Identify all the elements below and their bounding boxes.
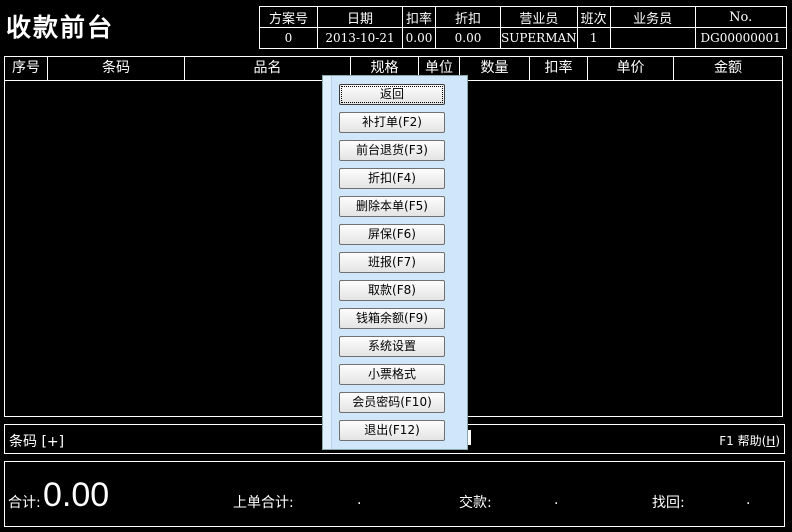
payment-label: 交款: — [459, 495, 492, 511]
discount-value: 0.00 — [435, 27, 501, 49]
plan-no-value: 0 — [259, 27, 318, 49]
discount-header: 折扣 — [435, 6, 501, 28]
help-prefix: F1 帮助( — [719, 434, 767, 448]
rate-value: 0.00 — [402, 27, 436, 49]
reprint-button[interactable]: 补打单(F2) — [339, 112, 445, 133]
change-value: . — [746, 492, 751, 508]
date-value: 2013-10-21 — [317, 27, 403, 49]
cashier-value: SUPERMAN — [500, 27, 578, 49]
cash-balance-button[interactable]: 钱箱余额(F9) — [339, 308, 445, 329]
back-button[interactable]: 返回 — [339, 84, 445, 105]
salesman-header: 业务员 — [609, 6, 696, 28]
sum-value: 0.00 — [43, 476, 110, 514]
last-order-value: . — [357, 492, 362, 508]
date-header: 日期 — [317, 6, 403, 28]
help-suffix: ) — [775, 434, 780, 448]
return-goods-button[interactable]: 前台退货(F3) — [339, 140, 445, 161]
col-amount[interactable]: 金额 — [674, 57, 782, 80]
col-index[interactable]: 序号 — [5, 57, 48, 80]
last-order-label: 上单合计: — [233, 495, 294, 511]
member-password-button[interactable]: 会员密码(F10) — [339, 392, 445, 413]
receipt-no-header: No. — [694, 6, 787, 28]
col-unit-price[interactable]: 单价 — [588, 57, 674, 80]
text-cursor — [468, 430, 471, 445]
delete-order-button[interactable]: 删除本单(F5) — [339, 196, 445, 217]
function-menu: 返回 补打单(F2) 前台退货(F3) 折扣(F4) 删除本单(F5) 屏保(F… — [322, 75, 468, 450]
shift-report-button[interactable]: 班报(F7) — [339, 252, 445, 273]
menu-side-strip — [323, 76, 332, 449]
barcode-label: 条码 [+] — [9, 434, 65, 450]
screensaver-button[interactable]: 屏保(F6) — [339, 224, 445, 245]
cashier-header: 营业员 — [500, 6, 578, 28]
system-settings-button[interactable]: 系统设置 — [339, 336, 445, 357]
totals-panel: 合计: 0.00 上单合计: . 交款: . 找回: . — [4, 461, 785, 527]
discount-button[interactable]: 折扣(F4) — [339, 168, 445, 189]
withdraw-button[interactable]: 取款(F8) — [339, 280, 445, 301]
salesman-value — [609, 27, 696, 49]
rate-header: 扣率 — [402, 6, 436, 28]
col-quantity[interactable]: 数量 — [460, 57, 530, 80]
shift-header: 班次 — [576, 6, 611, 28]
change-label: 找回: — [652, 495, 685, 511]
order-info-table: 方案号 日期 扣率 折扣 营业员 班次 业务员 No. 0 2013-10-21… — [259, 6, 787, 49]
col-rate[interactable]: 扣率 — [530, 57, 588, 80]
payment-value: . — [554, 492, 559, 508]
col-barcode[interactable]: 条码 — [48, 57, 185, 80]
sum-label: 合计: — [8, 495, 41, 511]
receipt-no-value: DG00000001 — [694, 27, 787, 49]
help-hotkey: H — [766, 434, 776, 448]
help-link[interactable]: F1 帮助(H) — [719, 432, 780, 449]
shift-value: 1 — [576, 27, 611, 49]
receipt-format-button[interactable]: 小票格式 — [339, 364, 445, 385]
app-title: 收款前台 — [6, 13, 115, 42]
plan-no-header: 方案号 — [259, 6, 318, 28]
exit-button[interactable]: 退出(F12) — [339, 420, 445, 441]
